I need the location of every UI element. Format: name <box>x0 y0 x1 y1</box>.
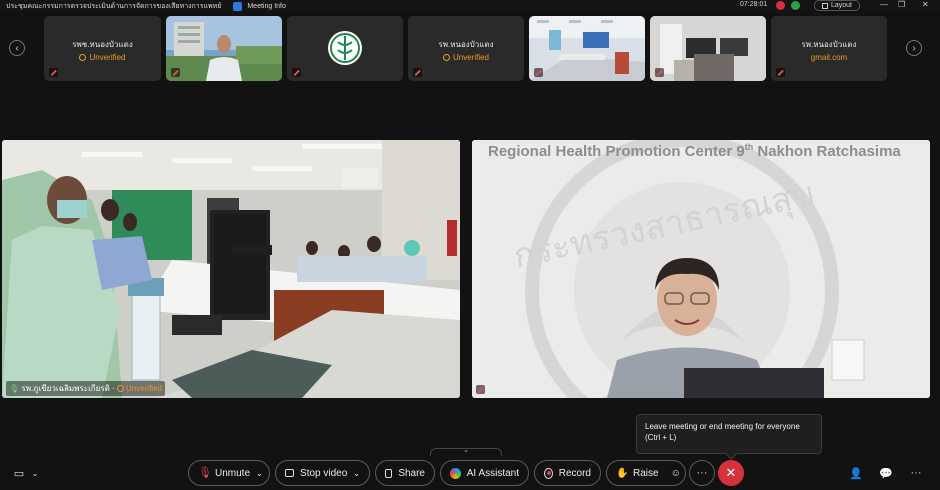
chevron-down-icon: ⌄ <box>256 468 263 478</box>
participant-thumbnail[interactable] <box>287 16 403 81</box>
minimize-icon[interactable]: — <box>880 0 888 9</box>
mic-muted-icon <box>476 385 485 394</box>
maximize-icon[interactable]: ❐ <box>898 0 905 9</box>
title-bar: ประชุมคณะกรรมการตรวจประเมินด้านการจัดการ… <box>0 0 940 12</box>
participant-label: 🎙 รพ.ภูเขียวเฉลิมพระเกียรติ · Unverified <box>6 381 165 396</box>
chevron-down-icon: ⌄ <box>463 447 469 454</box>
mic-muted-icon <box>413 68 422 77</box>
mic-muted-icon <box>655 68 664 77</box>
mic-muted-icon <box>49 68 58 77</box>
participant-thumbnail[interactable]: รพช.หนองบัวแดง Unverified <box>44 16 161 81</box>
grid-icon <box>821 2 828 9</box>
shield-icon[interactable] <box>233 1 243 11</box>
record-label: Record <box>558 467 591 479</box>
unmute-button[interactable]: 🎙 Unmute ⌄ <box>188 460 270 486</box>
connection-indicator-icon <box>791 1 800 10</box>
share-button[interactable]: Share <box>375 460 435 486</box>
video-tile-right[interactable]: กระทรวงสาธารณสุข Regional Health Promoti… <box>472 140 930 398</box>
banner-text: Regional Health Promotion Center 9th Nak… <box>488 142 901 160</box>
stop-video-label: Stop video <box>300 467 348 479</box>
more-panels-icon[interactable]: ··· <box>909 466 923 480</box>
meeting-info-link[interactable]: Meeting Info <box>247 3 286 10</box>
camera-icon <box>285 469 295 477</box>
meeting-timer: 07:28:01 <box>740 1 768 8</box>
stop-video-button[interactable]: Stop video ⌄ <box>275 460 370 486</box>
unmute-label: Unmute <box>215 467 251 479</box>
chat-icon[interactable]: 💬 <box>879 466 893 480</box>
hand-icon: ✋ <box>616 467 629 479</box>
participant-thumbnail[interactable] <box>166 16 282 81</box>
more-icon: ··· <box>696 467 708 479</box>
leave-meeting-tooltip: Leave meeting or end meeting for everyon… <box>636 414 822 454</box>
layout-button[interactable]: Layout <box>814 0 860 11</box>
mic-icon: 🎙 <box>9 384 20 393</box>
leave-meeting-button[interactable]: ✕ <box>718 460 744 486</box>
close-icon: ✕ <box>725 465 737 480</box>
participant-name: รพช.หนองบัวแดง <box>72 40 133 49</box>
layout-label: Layout <box>830 2 853 9</box>
participant-name: รพ.หนองบัวแดง <box>438 40 494 49</box>
mic-muted-icon <box>776 68 785 77</box>
status-separator: · <box>112 384 115 393</box>
participant-thumbnail[interactable]: รพ.หนองบัวแดง gmail.com <box>771 16 887 81</box>
reactions-icon[interactable]: ☺ <box>671 468 681 479</box>
record-icon <box>544 467 553 479</box>
raise-hand-button[interactable]: ✋ Raise ☺ <box>606 460 686 486</box>
chevron-left-icon: ‹ <box>15 42 19 54</box>
participant-video: กระทรวงสาธารณสุข <box>472 140 930 398</box>
participant-thumbnail[interactable] <box>650 16 766 81</box>
mic-muted-icon <box>534 68 543 77</box>
next-page-button[interactable]: › <box>906 40 922 56</box>
more-options-button[interactable]: ··· <box>689 460 715 486</box>
participant-thumbnail[interactable]: รพ.หนองบัวแดง Unverified <box>408 16 524 81</box>
participant-email: gmail.com <box>810 53 848 62</box>
share-label: Share <box>398 467 425 479</box>
captions-icon[interactable]: ▭ <box>12 466 26 480</box>
ai-assistant-label: AI Assistant <box>466 467 519 479</box>
participant-status: Unverified <box>44 53 161 62</box>
warning-icon <box>79 54 87 61</box>
previous-page-button[interactable]: ‹ <box>9 40 25 56</box>
participant-name: รพ.ภูเขียวเฉลิมพระเกียรติ <box>21 384 110 393</box>
recording-indicator-icon <box>776 1 785 10</box>
warning-icon <box>442 54 450 61</box>
participant-video <box>650 16 766 81</box>
tooltip-shortcut: (Ctrl + L) <box>645 433 677 442</box>
organization-logo <box>328 31 362 65</box>
meeting-title: ประชุมคณะกรรมการตรวจประเมินด้านการจัดการ… <box>6 2 222 10</box>
participant-video <box>2 140 460 398</box>
warning-icon <box>116 385 124 392</box>
tooltip-line: Leave meeting or end meeting for everyon… <box>645 422 800 431</box>
record-button[interactable]: Record <box>534 460 601 486</box>
participant-status: Unverified <box>116 384 162 393</box>
chevron-right-icon: › <box>912 42 916 54</box>
ai-assistant-icon <box>450 467 461 479</box>
raise-label: Raise <box>633 467 659 479</box>
participant-status: Unverified <box>408 53 524 62</box>
participant-video <box>166 16 282 81</box>
video-tile-left[interactable]: 🎙 รพ.ภูเขียวเฉลิมพระเกียรติ · Unverified <box>2 140 460 398</box>
mic-muted-icon <box>292 68 301 77</box>
mic-muted-icon: 🎙 <box>198 466 212 479</box>
ai-assistant-button[interactable]: AI Assistant <box>440 460 529 486</box>
chevron-down-icon: ⌄ <box>353 468 360 478</box>
participant-thumbnail[interactable] <box>529 16 645 81</box>
captions-dropdown-chevron-icon[interactable]: ⌄ <box>28 466 42 480</box>
close-icon[interactable]: ✕ <box>922 0 929 9</box>
share-icon <box>385 468 393 478</box>
participants-icon[interactable]: 👤 <box>849 466 863 480</box>
participant-name: รพ.หนองบัวแดง <box>801 40 857 49</box>
participant-video <box>529 16 645 81</box>
mic-muted-icon <box>171 68 180 77</box>
toolbar-collapse-handle[interactable]: ⌄ <box>430 447 502 456</box>
